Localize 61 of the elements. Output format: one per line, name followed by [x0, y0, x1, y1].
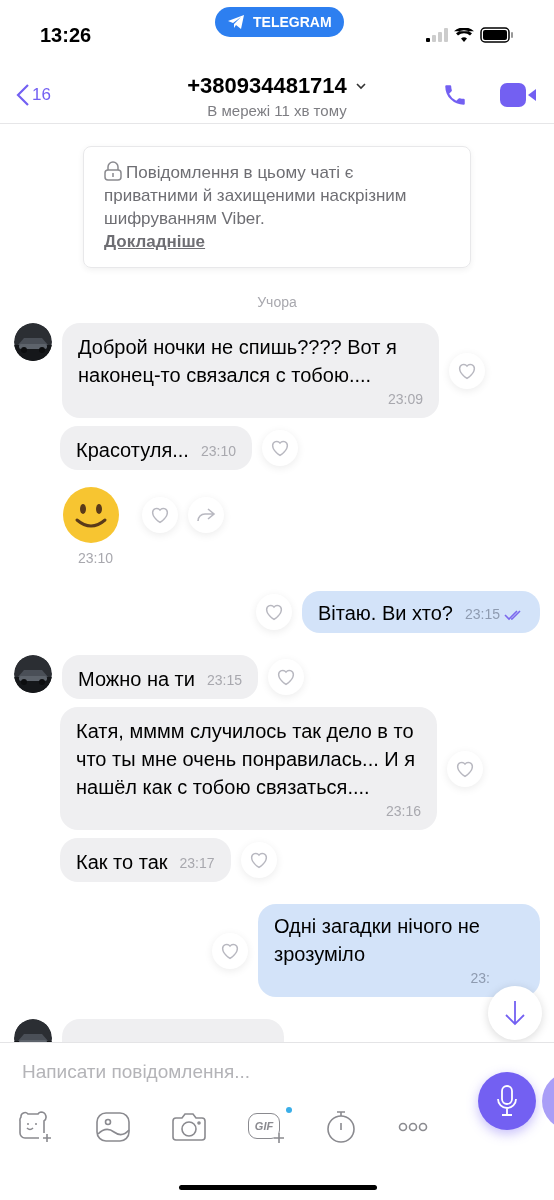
message-time: 23:10 [77, 549, 115, 568]
heart-icon [263, 603, 284, 621]
message-text: Катя, мммм случилось так дело в то что ты мне очень понравилась... И я нашёл как с тобою связаться.... [76, 719, 417, 800]
image-icon[interactable] [96, 1112, 130, 1142]
message-time: 23: [470, 969, 490, 988]
like-button[interactable] [449, 352, 485, 389]
message-input[interactable]: Написати повідомлення... [22, 1057, 462, 1087]
message-text: Одні загадки нічого не зрозуміло [274, 914, 481, 967]
message-text: Доброй ночки не спишь???? Вот я наконец-то связался с тобою.... [78, 335, 398, 388]
message-text: Можно на ти [78, 667, 195, 692]
heart-icon [150, 506, 170, 524]
like-button[interactable] [212, 932, 248, 969]
message-time: 23:15 [464, 605, 500, 624]
scroll-down-button[interactable] [488, 986, 542, 1040]
lock-icon [104, 161, 122, 181]
heart-icon [220, 941, 240, 960]
share-button[interactable] [188, 497, 224, 533]
back-button[interactable]: 16 [16, 81, 51, 108]
message-time: 23:15 [206, 671, 242, 690]
video-camera-icon[interactable] [500, 81, 538, 108]
voice-message-button[interactable] [478, 1072, 536, 1130]
arrow-down-icon [504, 1000, 526, 1026]
message-text: Красотуля... [76, 438, 189, 463]
wifi-icon [454, 28, 474, 42]
camera-icon[interactable] [172, 1112, 206, 1142]
like-button[interactable] [255, 594, 292, 630]
like-button[interactable] [447, 750, 483, 787]
chevron-down-icon [354, 82, 367, 90]
date-divider: Учора [257, 293, 297, 312]
heart-icon [457, 361, 477, 380]
gif-label: GIF [254, 1118, 274, 1134]
message-text: Вітаю. Ви хто? [317, 601, 453, 626]
more-icon[interactable] [398, 1122, 428, 1132]
message-time: 23:09 [387, 390, 423, 409]
timer-icon[interactable] [326, 1111, 356, 1143]
signal-icon [426, 28, 448, 42]
chevron-left-icon [16, 82, 30, 107]
status-time: 13:26 [40, 23, 92, 48]
like-button[interactable] [268, 659, 304, 695]
heart-icon [455, 759, 475, 778]
heart-icon [248, 851, 269, 869]
paper-plane-icon [227, 14, 245, 30]
like-button[interactable] [240, 842, 277, 878]
like-button[interactable] [261, 430, 298, 466]
notice-text: Повідомлення в цьому чаті є приватними й захищеними наскрізним шифруванням Viber. [104, 161, 408, 230]
return-to-app-pill[interactable]: TELEGRAM [215, 7, 344, 37]
sticker-add-icon[interactable] [18, 1111, 54, 1143]
heart-icon [276, 668, 296, 686]
message-time: 23:10 [200, 442, 236, 461]
message-time: 23:17 [179, 854, 215, 873]
microphone-icon [496, 1085, 518, 1117]
learn-more-link[interactable]: Докладніше [104, 230, 206, 253]
message-time: 23:16 [385, 802, 421, 821]
contact-title: +380934481714 [187, 72, 347, 100]
heart-icon [269, 439, 290, 457]
like-button[interactable] [142, 497, 178, 533]
contact-status: В мережі 11 хв тому [207, 101, 347, 121]
battery-icon [480, 27, 514, 43]
share-icon [196, 507, 216, 523]
smiley-sticker [62, 486, 120, 544]
message-text: Как то так [76, 850, 168, 875]
